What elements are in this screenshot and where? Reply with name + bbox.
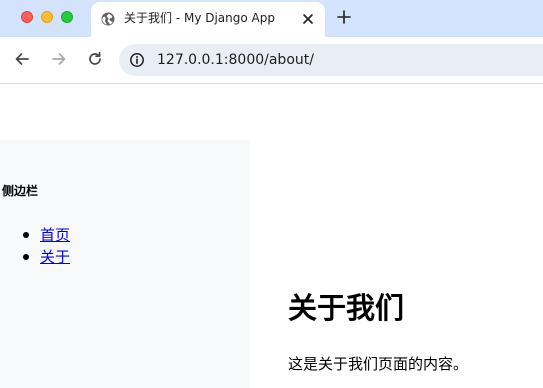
sidebar: 侧边栏 首页 关于 (0, 140, 250, 388)
browser-window: 关于我们 - My Django App 127.0.0.1:8000/abou… (0, 0, 543, 388)
tab-strip: 关于我们 - My Django App (0, 0, 543, 37)
bullet-icon (23, 232, 29, 238)
window-close-button[interactable] (21, 11, 33, 23)
tab-title: 关于我们 - My Django App (124, 11, 275, 25)
plus-icon[interactable] (335, 8, 353, 26)
close-icon[interactable] (301, 11, 315, 25)
info-icon[interactable] (129, 52, 145, 68)
arrow-right-icon[interactable] (50, 50, 68, 68)
reload-icon[interactable] (86, 50, 104, 68)
page-content: 侧边栏 首页 关于 关于我们 这是关于我们页面的内容。 (0, 84, 543, 388)
bullet-icon (23, 254, 29, 260)
sidebar-link-home[interactable]: 首页 (40, 224, 70, 246)
arrow-left-icon[interactable] (13, 50, 31, 68)
window-maximize-button[interactable] (61, 11, 73, 23)
browser-toolbar: 127.0.0.1:8000/about/ (0, 37, 543, 84)
sidebar-link-about[interactable]: 关于 (40, 246, 70, 268)
tab-active[interactable]: 关于我们 - My Django App (91, 2, 325, 37)
globe-icon (101, 11, 115, 26)
window-minimize-button[interactable] (41, 11, 53, 23)
address-bar[interactable]: 127.0.0.1:8000/about/ (119, 44, 543, 76)
url-text[interactable]: 127.0.0.1:8000/about/ (157, 51, 314, 69)
page-body-text: 这是关于我们页面的内容。 (288, 355, 469, 373)
sidebar-title: 侧边栏 (2, 184, 39, 198)
page-title: 关于我们 (288, 291, 405, 325)
